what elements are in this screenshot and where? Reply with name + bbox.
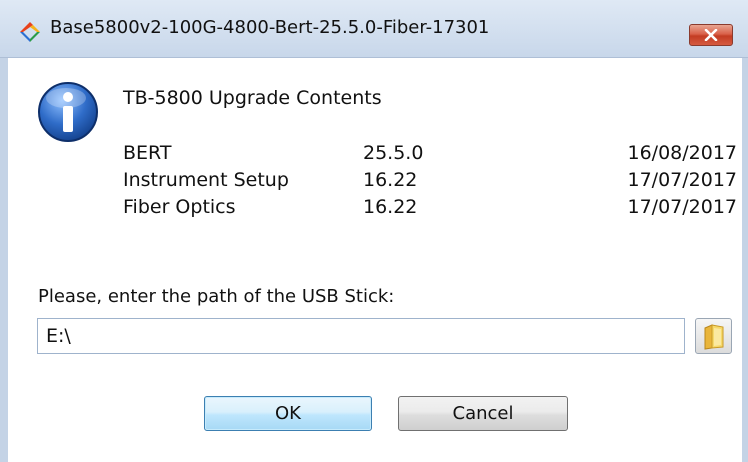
usb-path-label: Please, enter the path of the USB Stick: xyxy=(38,286,395,307)
upgrade-heading: TB-5800 Upgrade Contents xyxy=(123,87,382,109)
row-date: 17/07/2017 xyxy=(627,169,737,191)
browse-folder-button[interactable] xyxy=(695,318,732,354)
usb-path-input[interactable] xyxy=(37,318,685,354)
window-title: Base5800v2-100G-4800-Bert-25.5.0-Fiber-1… xyxy=(50,17,490,38)
row-date: 16/08/2017 xyxy=(627,142,737,164)
row-version: 25.5.0 xyxy=(363,142,424,164)
table-row: Fiber Optics 16.22 17/07/2017 xyxy=(123,196,737,223)
table-row: Instrument Setup 16.22 17/07/2017 xyxy=(123,169,737,196)
table-row: BERT 25.5.0 16/08/2017 xyxy=(123,142,737,169)
row-version: 16.22 xyxy=(363,196,418,218)
info-icon xyxy=(38,82,98,142)
cancel-button[interactable]: Cancel xyxy=(398,396,568,431)
row-version: 16.22 xyxy=(363,169,418,191)
row-name: Instrument Setup xyxy=(123,169,289,191)
close-button[interactable] xyxy=(689,24,733,46)
row-name: BERT xyxy=(123,142,172,164)
close-icon xyxy=(704,29,718,41)
row-date: 17/07/2017 xyxy=(627,196,737,218)
ok-button[interactable]: OK xyxy=(204,396,372,431)
app-logo-icon xyxy=(20,22,40,42)
folder-icon xyxy=(704,324,724,350)
row-name: Fiber Optics xyxy=(123,196,236,218)
title-bar[interactable]: Base5800v2-100G-4800-Bert-25.5.0-Fiber-1… xyxy=(0,0,748,58)
contents-table: BERT 25.5.0 16/08/2017 Instrument Setup … xyxy=(123,142,737,223)
dialog-content: TB-5800 Upgrade Contents BERT 25.5.0 16/… xyxy=(8,58,742,462)
